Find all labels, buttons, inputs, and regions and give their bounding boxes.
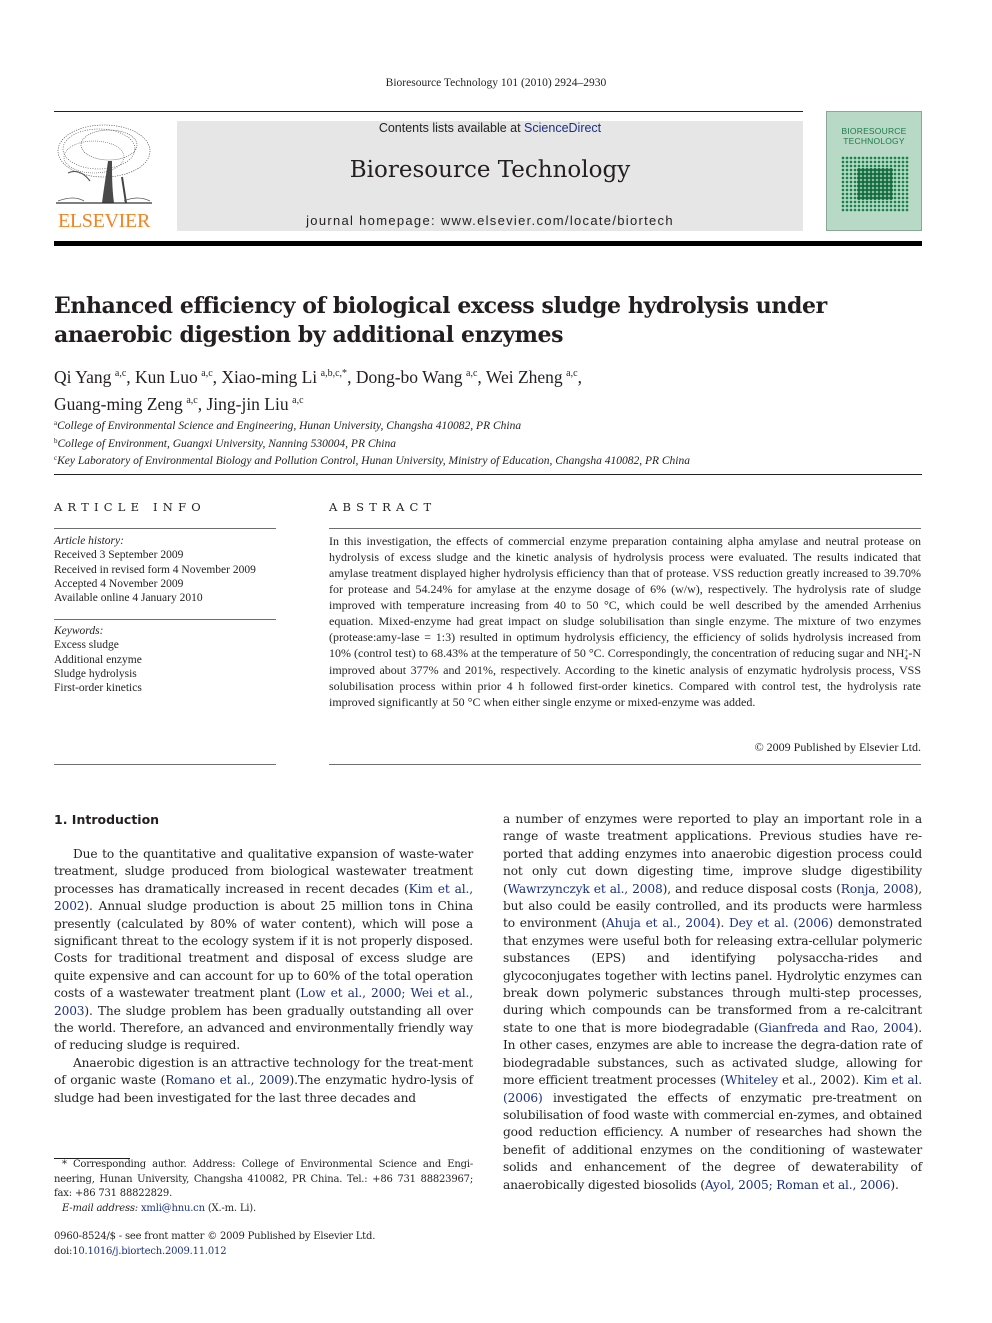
article-info-rule: [54, 528, 276, 529]
author[interactable]: Jing-jin Liu a,c: [206, 394, 303, 414]
keyword: First-order kinetics: [54, 682, 142, 695]
paragraph: Due to the quantitative and qualitative …: [54, 847, 473, 1053]
issn-line: 0960-8524/$ - see front matter © 2009 Pu…: [54, 1231, 376, 1242]
author[interactable]: Wei Zheng a,c,: [486, 367, 582, 387]
author[interactable]: Dong-bo Wang a,c,: [356, 367, 486, 387]
corresponding-author-note: * Corresponding author. Address: College…: [54, 1159, 473, 1199]
email-line: E-mail address: xmli@hnu.cn (X.-m. Li).: [62, 1202, 256, 1214]
affiliations: aCollege of Environmental Science and En…: [54, 416, 934, 469]
citation-link[interactable]: Kim et al., 2002: [54, 882, 473, 913]
homepage-label: journal homepage:: [306, 213, 441, 228]
journal-name: Bioresource Technology: [349, 157, 631, 183]
section-heading-introduction: 1. Introduction: [54, 812, 160, 827]
citation-link[interactable]: Kim et al. (2006): [503, 1073, 922, 1104]
author[interactable]: Qi Yang a,c,: [54, 367, 135, 387]
author[interactable]: Xiao-ming Li a,b,c,*,: [221, 367, 355, 387]
affiliation: bCollege of Environment, Guangxi Univers…: [54, 436, 396, 450]
affiliation: aCollege of Environmental Science and En…: [54, 419, 522, 432]
body-column-right: a number of enzymes were reported to pla…: [503, 811, 922, 1194]
keyword: Sludge hydrolysis: [54, 667, 137, 680]
keyword: Excess sludge: [54, 639, 119, 652]
citation-link[interactable]: Low et al., 2000; Wei et al., 2003: [54, 986, 473, 1017]
doi-line: doi:10.1016/j.biortech.2009.11.012: [54, 1245, 227, 1257]
keywords-label: Keywords:: [54, 625, 104, 637]
keywords: Keywords: Excess sludge Additional enzym…: [54, 624, 276, 695]
corresponding-author-footnote: * Corresponding author. Address: College…: [54, 1158, 473, 1216]
citation-link[interactable]: Gianfreda and Rao, 2004: [759, 1021, 914, 1035]
elsevier-tree-icon: [56, 124, 152, 204]
masthead-top-rule: [54, 111, 803, 112]
abstract-text: In this investigation, the effects of co…: [329, 534, 921, 709]
article-info-bottom-rule: [54, 764, 276, 765]
citation-link[interactable]: Romano et al., 2009: [165, 1073, 289, 1087]
paragraph: Anaerobic digestion is an attractive tec…: [54, 1055, 473, 1105]
elsevier-wordmark: ELSEVIER: [57, 210, 151, 232]
author-list: Qi Yang a,c, Kun Luo a,c, Xiao-ming Li a…: [54, 362, 934, 416]
citation-link[interactable]: Dey et al. (2006): [729, 916, 833, 930]
cover-dot-core: [857, 168, 893, 200]
paragraph: a number of enzymes were reported to pla…: [503, 812, 923, 1192]
masthead-bottom-rule: [54, 241, 922, 246]
article-info-heading: ARTICLE INFO: [54, 500, 206, 514]
citation-link[interactable]: Ahuja et al., 2004: [606, 916, 716, 930]
journal-cover-thumbnail[interactable]: BIORESOURCE TECHNOLOGY: [826, 111, 922, 231]
body-column-left: Due to the quantitative and qualitative …: [54, 846, 473, 1107]
history-item: Accepted 4 November 2009: [54, 577, 184, 590]
sciencedirect-link[interactable]: ScienceDirect: [524, 121, 601, 135]
history-item: Received 3 September 2009: [54, 549, 184, 562]
running-head: Bioresource Technology 101 (2010) 2924–2…: [385, 77, 607, 89]
history-item: Available online 4 January 2010: [54, 592, 203, 605]
history-label: Article history:: [54, 535, 124, 547]
abstract-rule: [329, 528, 921, 529]
keywords-rule: [54, 619, 276, 620]
history-item: Received in revised form 4 November 2009: [54, 563, 256, 576]
elsevier-logo[interactable]: ELSEVIER: [54, 121, 154, 233]
email-link[interactable]: xmli@hnu.cn: [141, 1203, 205, 1214]
contents-available: Contents lists available at ScienceDirec…: [177, 121, 803, 135]
affiliation-divider: [54, 474, 922, 475]
citation-link[interactable]: Whiteley: [725, 1073, 778, 1087]
journal-banner: Contents lists available at ScienceDirec…: [177, 121, 803, 231]
abstract-heading: ABSTRACT: [329, 500, 437, 514]
citation-link[interactable]: Ayol, 2005; Roman et al., 2006: [705, 1178, 891, 1192]
affiliation: cKey Laboratory of Environmental Biology…: [54, 454, 691, 467]
article-history: Article history: Received 3 September 20…: [54, 534, 276, 605]
abstract-bottom-rule: [329, 764, 921, 765]
homepage-url[interactable]: www.elsevier.com/locate/biortech: [441, 213, 674, 228]
contents-prefix: Contents lists available at: [378, 121, 525, 135]
abstract-copyright: © 2009 Published by Elsevier Ltd.: [754, 740, 921, 754]
cover-title: BIORESOURCE TECHNOLOGY: [841, 126, 907, 146]
doi-link[interactable]: 10.1016/j.biortech.2009.11.012: [72, 1246, 226, 1257]
author[interactable]: Kun Luo a,c,: [135, 367, 221, 387]
article-title: Enhanced efficiency of biological excess…: [54, 293, 827, 348]
keyword: Additional enzyme: [54, 653, 142, 666]
citation-link[interactable]: Ronja, 2008: [841, 882, 914, 896]
citation-link[interactable]: Wawrzynczyk et al., 2008: [508, 882, 663, 896]
front-matter: 0960-8524/$ - see front matter © 2009 Pu…: [54, 1230, 473, 1259]
author[interactable]: Guang-ming Zeng a,c,: [54, 394, 206, 414]
journal-homepage: journal homepage: www.elsevier.com/locat…: [177, 213, 803, 228]
